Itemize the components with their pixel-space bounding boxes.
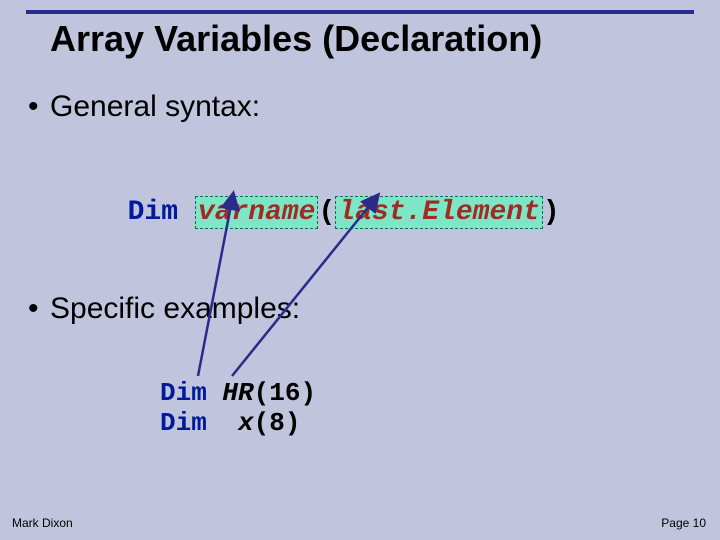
bullet-dot-icon: • — [28, 90, 50, 124]
example-line-2: Dim x(8) — [160, 408, 300, 438]
bullet-specific-text: Specific examples: — [50, 292, 300, 325]
syntax-lastelement: last.Element — [338, 197, 540, 228]
ex2-ident: x — [238, 408, 254, 438]
general-syntax-line: Dim varname(last.Element) — [94, 166, 560, 228]
syntax-varname: varname — [198, 197, 316, 228]
keyword-dim: Dim — [128, 197, 178, 228]
ex1-ident: HR — [222, 378, 253, 408]
ex1-keyword: Dim — [160, 378, 207, 408]
bullet-dot-icon: • — [28, 292, 50, 326]
open-paren: ( — [318, 197, 335, 228]
lastelement-box: last.Element — [335, 196, 543, 229]
bullet-general: •General syntax: — [28, 90, 260, 124]
ex2-keyword: Dim — [160, 408, 207, 438]
ex2-args: (8) — [254, 408, 301, 438]
varname-box: varname — [195, 196, 319, 229]
example-line-1: Dim HR(16) — [160, 378, 316, 408]
bullet-specific: •Specific examples: — [28, 292, 300, 326]
title-rule — [26, 10, 694, 14]
slide-title: Array Variables (Declaration) — [50, 18, 542, 60]
ex1-args: (16) — [254, 378, 316, 408]
footer-page: Page 10 — [661, 516, 706, 530]
close-paren: ) — [543, 197, 560, 228]
arrows-overlay — [0, 0, 720, 540]
footer-author: Mark Dixon — [12, 516, 73, 530]
bullet-general-text: General syntax: — [50, 90, 260, 123]
